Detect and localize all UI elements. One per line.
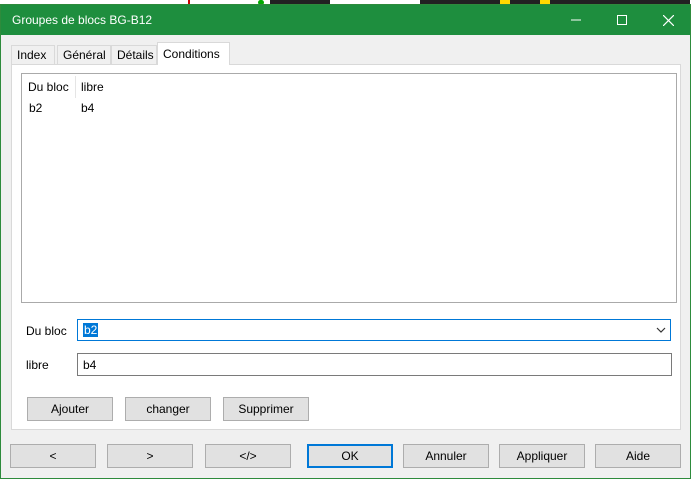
next-button-label: >	[146, 449, 154, 463]
source-button-label: </>	[239, 449, 257, 463]
minimize-icon	[571, 19, 581, 21]
previous-button[interactable]: <	[10, 444, 96, 468]
column-divider[interactable]	[75, 76, 76, 98]
minimize-button[interactable]	[553, 5, 599, 35]
tab-conditions[interactable]: Conditions	[157, 42, 230, 65]
close-button[interactable]	[645, 5, 691, 35]
apply-button[interactable]: Appliquer	[499, 444, 585, 468]
chevron-down-icon[interactable]	[654, 323, 668, 337]
help-button[interactable]: Aide	[595, 444, 681, 468]
du-bloc-select[interactable]: b2	[77, 319, 671, 341]
column-header-du-bloc[interactable]: Du bloc	[28, 80, 69, 94]
table-row[interactable]: b2 b4	[22, 101, 676, 119]
tab-general[interactable]: Général	[57, 45, 111, 64]
du-bloc-label: Du bloc	[26, 324, 67, 338]
libre-field[interactable]: b4	[77, 353, 672, 376]
maximize-icon	[617, 15, 627, 25]
delete-button-label: Supprimer	[238, 402, 294, 416]
source-button[interactable]: </>	[205, 444, 291, 468]
title-bar[interactable]: Groupes de blocs BG-B12	[1, 5, 690, 35]
du-bloc-selected-value: b2	[83, 323, 99, 337]
window-title: Groupes de blocs BG-B12	[12, 13, 153, 27]
delete-button[interactable]: Supprimer	[223, 397, 309, 421]
tab-label: Index	[17, 48, 47, 62]
cancel-button[interactable]: Annuler	[403, 444, 489, 468]
previous-button-label: <	[49, 449, 57, 463]
add-button[interactable]: Ajouter	[27, 397, 113, 421]
dialog-window: Groupes de blocs BG-B12 Index Général Dé…	[0, 4, 691, 479]
ok-button-label: OK	[341, 449, 359, 463]
cancel-button-label: Annuler	[425, 449, 467, 463]
tab-label: Détails	[117, 48, 154, 62]
column-header-libre[interactable]: libre	[81, 80, 104, 94]
close-icon	[662, 14, 674, 26]
tab-details[interactable]: Détails	[111, 45, 157, 64]
tab-index[interactable]: Index	[11, 45, 55, 64]
add-button-label: Ajouter	[50, 402, 90, 416]
list-header: Du bloc libre	[22, 74, 676, 98]
help-button-label: Aide	[625, 449, 651, 463]
next-button[interactable]: >	[107, 444, 193, 468]
tab-label: Conditions	[163, 47, 220, 61]
conditions-panel: Du bloc libre b2 b4 Du bloc b2 libre b4 …	[11, 64, 681, 430]
libre-label: libre	[26, 358, 49, 372]
cell-libre: b4	[81, 101, 95, 115]
change-button[interactable]: changer	[125, 397, 211, 421]
tab-label: Général	[63, 48, 106, 62]
libre-field-value: b4	[83, 358, 97, 372]
apply-button-label: Appliquer	[516, 449, 568, 463]
maximize-button[interactable]	[599, 5, 645, 35]
conditions-list[interactable]: Du bloc libre b2 b4	[21, 73, 677, 303]
change-button-label: changer	[146, 402, 190, 416]
ok-button[interactable]: OK	[307, 444, 393, 468]
cell-du-bloc: b2	[29, 101, 43, 115]
